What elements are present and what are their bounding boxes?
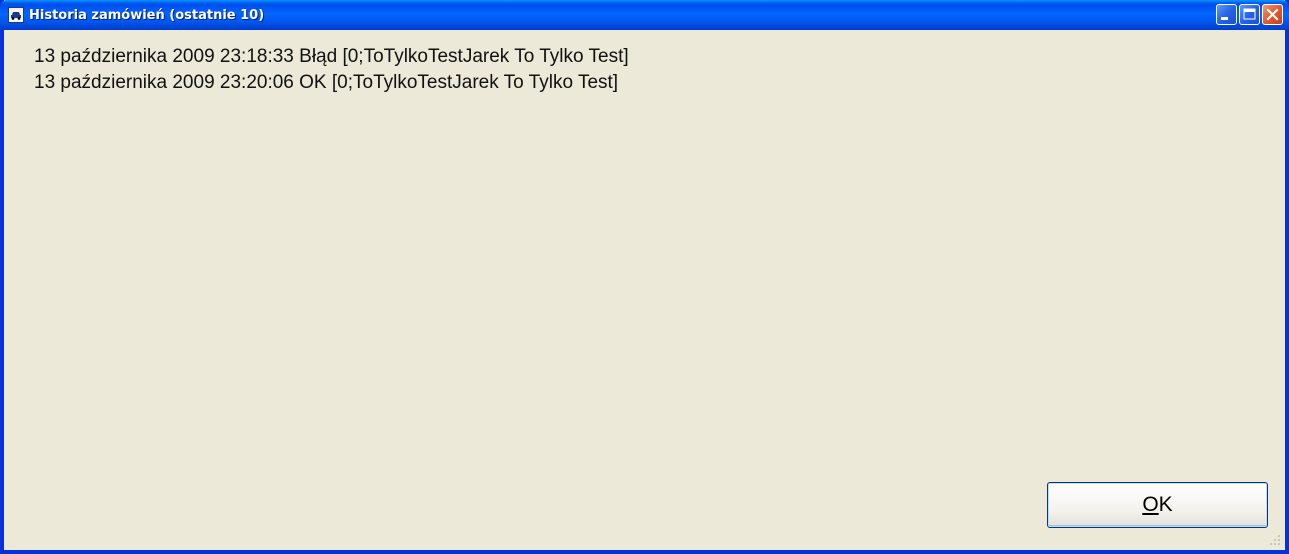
window-title: Historia zamówień (ostatnie 10) [29, 7, 265, 23]
maximize-icon [1243, 8, 1256, 20]
close-icon [1266, 8, 1279, 21]
minimize-button[interactable] [1216, 4, 1237, 25]
ok-button[interactable]: OK [1047, 482, 1268, 528]
caption-buttons [1216, 4, 1283, 25]
dialog-content [4, 30, 1285, 550]
ok-button-mnemonic: O [1142, 493, 1159, 516]
resize-grip-icon[interactable] [1269, 534, 1281, 546]
ok-button-label: K [1158, 493, 1173, 516]
history-list: 13 października 2009 23:18:33 Błąd [0;To… [34, 44, 629, 96]
history-line: 13 października 2009 23:18:33 Błąd [0;To… [34, 46, 629, 67]
history-line: 13 października 2009 23:20:06 OK [0;ToTy… [34, 72, 619, 93]
history-dialog: Historia zamówień (ostatnie 10) 13 paźdz… [0, 0, 1289, 554]
car-icon[interactable] [8, 7, 24, 23]
close-button[interactable] [1262, 4, 1283, 25]
title-bar[interactable]: Historia zamówień (ostatnie 10) [0, 0, 1289, 30]
minimize-icon [1221, 17, 1228, 20]
maximize-button[interactable] [1239, 4, 1260, 25]
